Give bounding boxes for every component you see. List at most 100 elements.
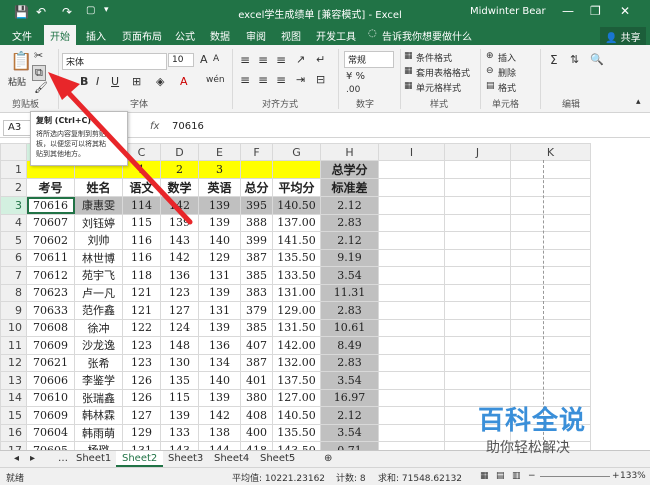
orientation-icon[interactable]: ↗ xyxy=(296,53,305,66)
cell[interactable]: 114 xyxy=(122,196,161,215)
tab-insert[interactable]: 插入 xyxy=(86,28,106,43)
cell[interactable] xyxy=(444,336,511,355)
cell[interactable]: 0.71 xyxy=(320,441,379,450)
row-header[interactable]: 17 xyxy=(0,441,27,450)
close-icon[interactable]: ✕ xyxy=(620,4,630,18)
cell[interactable]: 139 xyxy=(198,213,241,232)
align-top-icon[interactable]: ≡ xyxy=(240,53,250,67)
cell[interactable]: 115 xyxy=(122,213,161,232)
minimize-icon[interactable]: — xyxy=(562,4,574,18)
zoom-level[interactable]: 133% xyxy=(620,471,646,481)
cell[interactable]: 刘钰婷 xyxy=(74,213,123,232)
cell[interactable] xyxy=(444,353,511,372)
cell[interactable]: 70605 xyxy=(26,441,75,450)
cell[interactable]: 2.12 xyxy=(320,196,379,215)
cell[interactable]: 2 xyxy=(160,160,199,179)
tab-review[interactable]: 审阅 xyxy=(246,28,266,43)
row-header[interactable]: 7 xyxy=(0,266,27,285)
cell[interactable] xyxy=(444,231,511,250)
cell[interactable]: 总分 xyxy=(240,178,273,197)
cell[interactable] xyxy=(510,231,591,250)
cell[interactable] xyxy=(378,423,445,442)
sheet-tab-sheet1[interactable]: Sheet1 xyxy=(70,451,117,467)
cell[interactable]: 387 xyxy=(240,248,273,267)
cell[interactable]: 70604 xyxy=(26,423,75,442)
column-header[interactable]: H xyxy=(320,143,379,161)
cell[interactable]: 70607 xyxy=(26,213,75,232)
cell[interactable]: 142 xyxy=(160,196,199,215)
cell[interactable] xyxy=(444,248,511,267)
cell[interactable] xyxy=(378,213,445,232)
cell[interactable]: 407 xyxy=(240,336,273,355)
cell[interactable]: 143.50 xyxy=(272,441,321,450)
cell[interactable]: 3.54 xyxy=(320,371,379,390)
cell[interactable]: 131 xyxy=(122,441,161,450)
row-header[interactable]: 9 xyxy=(0,301,27,320)
cell[interactable]: 131 xyxy=(198,266,241,285)
cell[interactable]: 124 xyxy=(160,318,199,337)
cell[interactable]: 标准差 xyxy=(320,178,379,197)
cell[interactable] xyxy=(378,371,445,390)
cell[interactable] xyxy=(510,318,591,337)
cell[interactable]: 135.50 xyxy=(272,423,321,442)
cell[interactable]: 129 xyxy=(122,423,161,442)
cell[interactable]: 康惠雯 xyxy=(74,196,123,215)
align-middle-icon[interactable]: ≡ xyxy=(258,53,268,67)
cell[interactable]: 127.00 xyxy=(272,388,321,407)
cell[interactable]: 2.12 xyxy=(320,231,379,250)
cell[interactable]: 李鉴学 xyxy=(74,371,123,390)
autosum-icon[interactable]: Σ xyxy=(550,53,558,67)
column-header[interactable]: E xyxy=(198,143,241,161)
cell[interactable] xyxy=(510,371,591,390)
customize-toolbar-icon[interactable]: ▾ xyxy=(104,5,109,15)
cell[interactable]: 1 xyxy=(122,160,161,179)
cell[interactable]: 131.50 xyxy=(272,318,321,337)
indent-icon[interactable]: ⇥ xyxy=(296,73,305,86)
phonetic-icon[interactable]: wén xyxy=(206,75,225,85)
cell[interactable]: 133 xyxy=(160,423,199,442)
formula-input[interactable]: 70616 xyxy=(172,121,204,132)
insert-cells-button[interactable]: 插入 xyxy=(498,51,516,64)
cell[interactable]: 118 xyxy=(122,266,161,285)
cell[interactable]: 135.50 xyxy=(272,248,321,267)
cell[interactable]: 115 xyxy=(160,388,199,407)
row-header[interactable]: 5 xyxy=(0,231,27,250)
cell[interactable]: 399 xyxy=(240,231,273,250)
cell[interactable]: 137.50 xyxy=(272,371,321,390)
align-right-icon[interactable]: ≡ xyxy=(276,73,286,87)
cell[interactable]: 140 xyxy=(198,231,241,250)
row-header[interactable]: 12 xyxy=(0,353,27,372)
cell[interactable]: 142 xyxy=(160,248,199,267)
sort-filter-icon[interactable]: ⇅ xyxy=(570,53,579,66)
tab-file[interactable]: 文件 xyxy=(12,28,32,43)
find-select-icon[interactable]: 🔍 xyxy=(590,53,604,66)
row-header[interactable]: 15 xyxy=(0,406,27,425)
cut-icon[interactable]: ✂ xyxy=(34,49,43,62)
cell[interactable]: 122 xyxy=(122,318,161,337)
shrink-font-icon[interactable]: A xyxy=(213,54,219,64)
cell[interactable]: 70616 xyxy=(26,196,75,215)
cell[interactable] xyxy=(444,196,511,215)
cell[interactable]: 126 xyxy=(122,388,161,407)
tell-me-icon[interactable]: ◌ xyxy=(368,28,377,39)
column-header[interactable]: D xyxy=(160,143,199,161)
cell[interactable]: 8.49 xyxy=(320,336,379,355)
cell[interactable] xyxy=(444,318,511,337)
cell[interactable] xyxy=(378,248,445,267)
row-header[interactable]: 11 xyxy=(0,336,27,355)
cell[interactable]: 3 xyxy=(198,160,241,179)
add-sheet-icon[interactable]: ⊕ xyxy=(318,451,338,467)
cell[interactable]: 2.83 xyxy=(320,213,379,232)
zoom-slider[interactable] xyxy=(540,476,610,477)
cell[interactable] xyxy=(378,283,445,302)
cell[interactable] xyxy=(378,336,445,355)
cell[interactable]: 142.00 xyxy=(272,336,321,355)
font-color-icon[interactable]: A xyxy=(180,75,188,88)
cell[interactable]: 418 xyxy=(240,441,273,450)
row-header[interactable]: 16 xyxy=(0,423,27,442)
cell[interactable]: 142 xyxy=(198,406,241,425)
collapse-ribbon-icon[interactable]: ▴ xyxy=(636,97,641,107)
normal-view-icon[interactable]: ▦ xyxy=(480,471,489,481)
align-center-icon[interactable]: ≡ xyxy=(258,73,268,87)
cell[interactable] xyxy=(378,318,445,337)
